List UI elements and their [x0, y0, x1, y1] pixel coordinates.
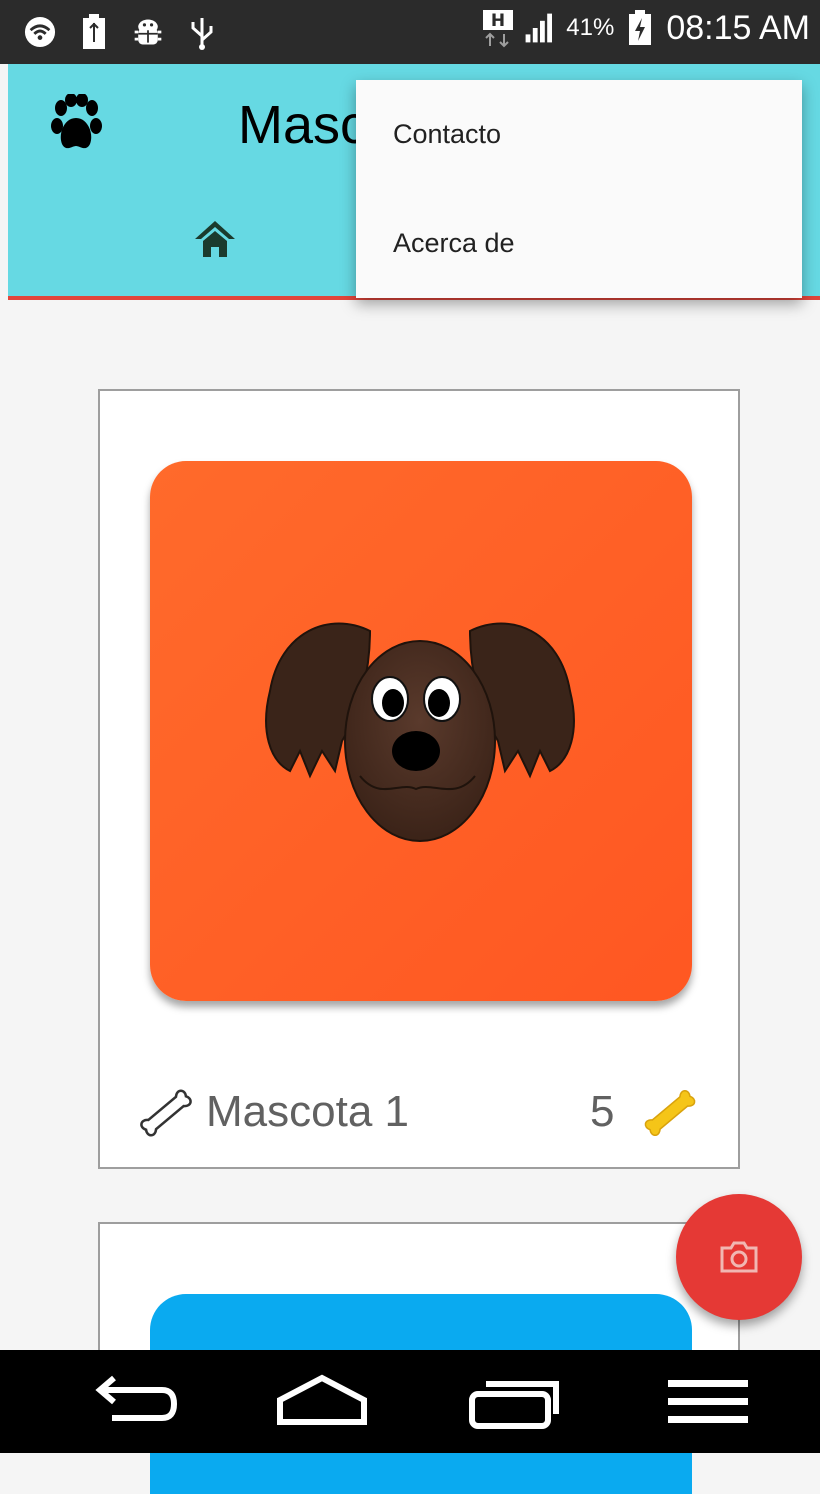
menu-item-contacto[interactable]: Contacto [356, 80, 802, 189]
usb-battery-icon [78, 12, 110, 52]
menu-button[interactable] [664, 1374, 760, 1430]
android-debug-icon [132, 12, 164, 52]
tab-home[interactable] [193, 219, 237, 259]
menu-icon [668, 1380, 748, 1423]
svg-text:H: H [491, 11, 505, 31]
home-icon [277, 1374, 367, 1425]
pet-footer: Mascota 1 5 [100, 1081, 742, 1151]
camera-icon [720, 1241, 758, 1273]
bone-yellow-icon [638, 1085, 702, 1141]
signal-icon [524, 8, 556, 48]
hd-network-icon: H [482, 8, 514, 48]
dog-face-image [265, 622, 575, 842]
battery-percent: 41% [566, 14, 615, 41]
back-button[interactable] [84, 1374, 180, 1430]
paw-icon [50, 93, 102, 154]
pet-likes-count: 5 [590, 1087, 615, 1136]
clock: 08:15 AM [666, 8, 810, 47]
home-button[interactable] [274, 1374, 370, 1430]
recents-button[interactable] [466, 1374, 562, 1430]
recents-icon [469, 1381, 559, 1429]
camera-button[interactable] [676, 1194, 802, 1320]
status-bar: H 41% 08:15 AM [0, 0, 820, 64]
charging-icon [624, 8, 656, 48]
system-nav-bar [0, 1350, 820, 1453]
wifi-icon [24, 12, 56, 52]
bone-outline-icon[interactable] [134, 1085, 198, 1141]
pet-name: Mascota 1 [206, 1087, 409, 1136]
menu-item-acerca-de[interactable]: Acerca de [356, 189, 802, 298]
pet-card[interactable]: Mascota 1 5 [98, 389, 740, 1169]
usb-icon [186, 12, 218, 52]
home-icon [195, 221, 235, 257]
back-icon [95, 1375, 178, 1421]
pet-photo [150, 461, 692, 1001]
overflow-menu: Contacto Acerca de [356, 80, 802, 298]
